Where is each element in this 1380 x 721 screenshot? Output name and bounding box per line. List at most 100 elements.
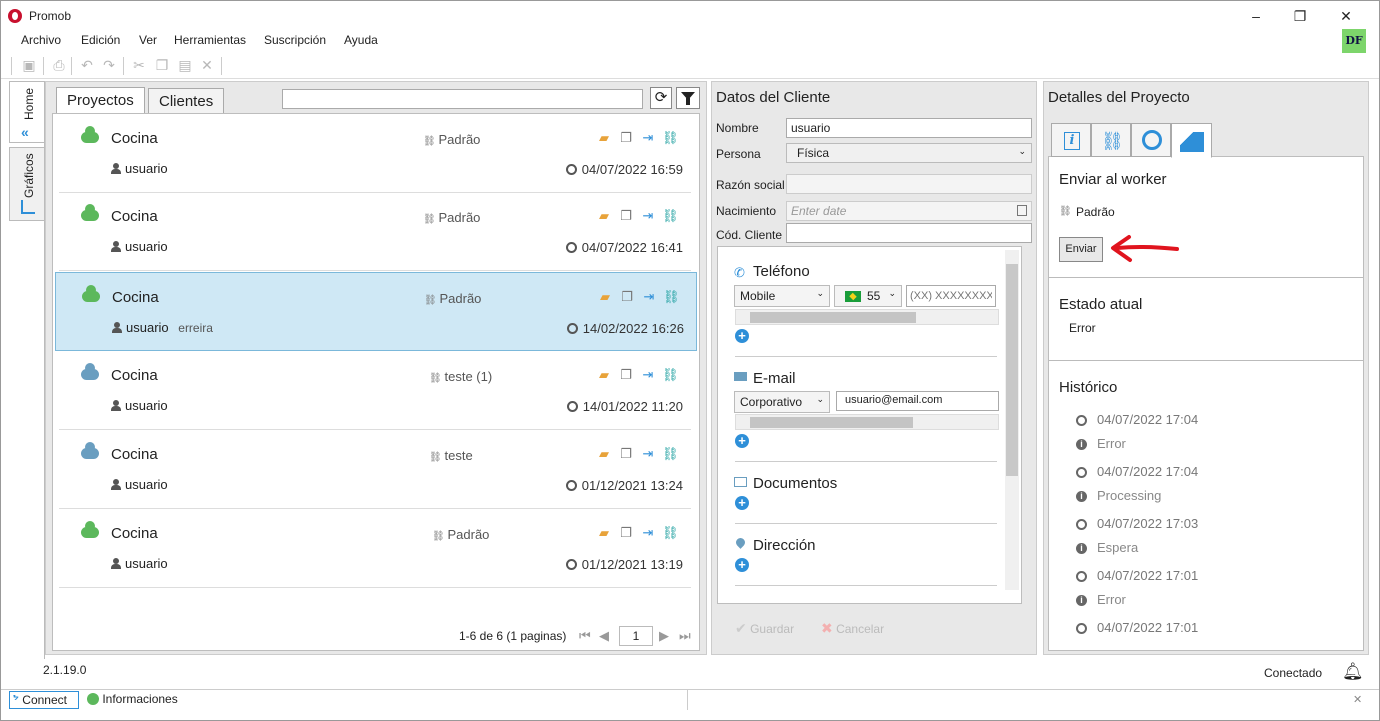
prev-page-button[interactable]: ◀ [599, 628, 609, 644]
clock-icon [566, 401, 578, 412]
project-row[interactable]: Cocina usuario erreira ⛓ Padrão 14/02/2022 … [55, 272, 697, 351]
page-number-input[interactable]: 1 [619, 626, 653, 646]
add-email-button[interactable]: + [735, 434, 749, 448]
contact-scrollbar[interactable] [1005, 250, 1019, 590]
next-page-button[interactable]: ▶ [659, 628, 669, 644]
user-avatar[interactable]: DF [1342, 29, 1366, 53]
minimize-button[interactable]: – [1233, 5, 1279, 27]
filter-button[interactable] [676, 87, 700, 109]
add-phone-button[interactable]: + [735, 329, 749, 343]
razon-field[interactable] [786, 174, 1032, 194]
close-panel-icon[interactable]: ✕ [1353, 693, 1362, 706]
folder-icon[interactable]: ▰ [596, 208, 612, 224]
folder-icon[interactable]: ▰ [596, 367, 612, 383]
export-icon[interactable]: ⇥ [640, 208, 656, 224]
enviar-button[interactable]: Enviar [1059, 237, 1103, 262]
send-worker-icon[interactable]: ⛓ [663, 289, 680, 305]
project-date: 14/01/2022 11:20 [566, 399, 683, 414]
tab-info[interactable]: i [1051, 123, 1091, 157]
project-row[interactable]: Cocina usuario ⛓ teste 01/12/2021 13:24 ▰ ❐ ⇥… [59, 430, 691, 509]
phone-number-input[interactable] [906, 285, 996, 307]
email-input[interactable]: usuario@email.com [836, 391, 999, 411]
print-icon[interactable]: ⎙ [51, 57, 67, 73]
sidebar-tab-graficos[interactable]: Gráficos [9, 147, 45, 221]
email-hscroll[interactable] [735, 414, 999, 430]
tab-structure[interactable]: ⛓ [1091, 123, 1131, 157]
app-logo-icon [8, 9, 22, 23]
copy-icon[interactable]: ❐ [154, 57, 170, 73]
add-address-button[interactable]: + [735, 558, 749, 572]
menu-archivo[interactable]: Archivo [21, 33, 61, 47]
cut-icon[interactable]: ✂ [131, 57, 147, 73]
duplicate-icon[interactable]: ❐ [618, 446, 634, 462]
restore-button[interactable]: ❐ [1277, 5, 1323, 27]
export-icon[interactable]: ⇥ [641, 289, 657, 305]
country-code-select[interactable]: 55 ⌄ [834, 285, 902, 307]
close-button[interactable]: ✕ [1323, 5, 1369, 27]
folder-icon[interactable]: ▰ [596, 525, 612, 541]
duplicate-icon[interactable]: ❐ [618, 208, 634, 224]
export-icon[interactable]: ⇥ [640, 130, 656, 146]
duplicate-icon[interactable]: ❐ [618, 367, 634, 383]
send-worker-icon[interactable]: ⛓ [662, 446, 679, 462]
send-worker-icon[interactable]: ⛓ [662, 130, 679, 146]
send-worker-icon[interactable]: ⛓ [662, 208, 679, 224]
calendar-icon[interactable] [1017, 205, 1027, 216]
add-document-button[interactable]: + [735, 496, 749, 510]
nacimiento-field[interactable]: Enter date [786, 201, 1032, 221]
send-worker-icon[interactable]: ⛓ [662, 367, 679, 383]
folder-icon[interactable]: ▰ [596, 446, 612, 462]
undo-icon[interactable]: ↶ [79, 57, 95, 73]
project-row[interactable]: Cocina usuario ⛓ teste (1) 14/01/2022 11:2… [59, 351, 691, 430]
chevron-down-icon: ⌄ [888, 288, 896, 298]
save-icon[interactable]: ▣ [21, 57, 37, 73]
folder-icon[interactable]: ▰ [597, 289, 613, 305]
row-actions: ▰ ❐ ⇥ ⛓ [597, 289, 687, 307]
export-icon[interactable]: ⇥ [640, 525, 656, 541]
project-row[interactable]: Cocina usuario ⛓ Padrão 04/07/2022 16:41 ▰ ❐… [59, 192, 691, 271]
export-icon[interactable]: ⇥ [640, 367, 656, 383]
folder-icon[interactable]: ▰ [596, 130, 612, 146]
send-worker-icon[interactable]: ⛓ [662, 525, 679, 541]
tab-clientes[interactable]: Clientes [148, 88, 225, 114]
duplicate-icon[interactable]: ❐ [618, 525, 634, 541]
project-version: ⛓ teste (1) [429, 369, 492, 384]
menu-edicion[interactable]: Edición [81, 33, 120, 47]
duplicate-icon[interactable]: ❐ [618, 130, 634, 146]
last-page-button[interactable]: ⏭ [679, 628, 691, 644]
delete-icon[interactable]: ✕ [199, 57, 215, 73]
redo-icon[interactable]: ↷ [101, 57, 117, 73]
bell-icon[interactable]: 🔔︎ [1342, 662, 1364, 682]
menu-ver[interactable]: Ver [139, 33, 157, 47]
contact-scroll-thumb[interactable] [1006, 264, 1018, 476]
first-page-button[interactable]: ⏮ [579, 628, 591, 644]
duplicate-icon[interactable]: ❐ [619, 289, 635, 305]
nombre-field[interactable]: usuario [786, 118, 1032, 138]
codigo-field[interactable] [786, 223, 1032, 243]
menu-suscripcion[interactable]: Suscripción [264, 33, 326, 47]
tab-history[interactable] [1131, 123, 1171, 157]
refresh-button[interactable]: ⟳ [650, 87, 672, 109]
email-type-select[interactable]: Corporativo ⌄ [734, 391, 830, 413]
menu-herramientas[interactable]: Herramientas [174, 33, 246, 47]
phone-type-select[interactable]: Mobile ⌄ [734, 285, 830, 307]
informaciones-tab[interactable]: Informaciones [87, 692, 178, 706]
cancel-button[interactable]: ✖ Cancelar [821, 620, 884, 637]
sidebar-tab-home[interactable]: Home « [9, 81, 45, 143]
tab-factory[interactable] [1171, 123, 1212, 158]
phone-hscroll[interactable] [735, 309, 999, 325]
export-icon[interactable]: ⇥ [640, 446, 656, 462]
project-version-label: teste [444, 448, 473, 463]
project-date: 04/07/2022 16:41 [565, 240, 683, 255]
menu-ayuda[interactable]: Ayuda [344, 33, 378, 47]
project-row[interactable]: Cocina usuario ⛓ Padrão 01/12/2021 13:19 ▰ ❐… [59, 509, 691, 588]
paste-icon[interactable]: ▤ [177, 57, 193, 73]
history-status: Processing [1097, 488, 1162, 503]
project-search-input[interactable] [282, 89, 643, 109]
persona-select[interactable]: Física ⌄ [786, 143, 1032, 163]
user-icon [111, 241, 121, 252]
tab-proyectos[interactable]: Proyectos [56, 87, 145, 115]
save-button[interactable]: ✔ Guardar [735, 620, 794, 637]
project-row[interactable]: Cocina usuario ⛓ Padrão 04/07/2022 16:59 ▰ ❐… [59, 114, 691, 193]
connect-tab[interactable]: ᖮ Connect [9, 691, 79, 709]
